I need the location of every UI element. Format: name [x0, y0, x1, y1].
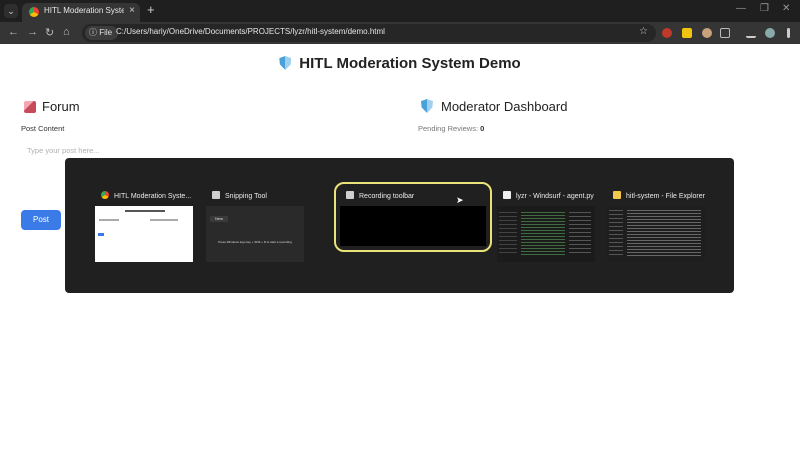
snipping-tool-icon [212, 191, 220, 199]
back-icon[interactable]: ← [8, 26, 19, 38]
new-tab-icon[interactable]: + [147, 2, 155, 17]
folder-icon [613, 191, 621, 199]
browser-toolbar: ← → ↻ ⌂ ⓘ File C:/Users/hariy/OneDrive/D… [0, 22, 800, 44]
browser-tab[interactable]: HITL Moderation System - Dem × [22, 3, 140, 22]
menu-kebab-icon[interactable] [787, 28, 790, 38]
snipping-new-button: New [210, 216, 228, 222]
snipping-hint: Press Windows logo key + Shift + R to st… [218, 240, 292, 244]
minimize-icon[interactable]: — [736, 3, 746, 14]
window-title: HITL Moderation Syste... [114, 193, 192, 200]
close-window-icon[interactable]: ✕ [782, 3, 790, 14]
maximize-icon[interactable]: ❐ [760, 3, 769, 14]
extension-avatar-icon[interactable] [702, 28, 712, 38]
url-text[interactable]: C:/Users/hariy/OneDrive/Documents/PROJEC… [116, 27, 385, 36]
post-content-label: Post Content [21, 124, 65, 133]
switcher-window-hitl[interactable]: HITL Moderation Syste... [95, 188, 193, 262]
window-title: hitl-system - File Explorer [626, 193, 705, 200]
forward-icon[interactable]: → [27, 26, 38, 38]
page-title: HITL Moderation System Demo [0, 55, 800, 72]
window-thumbnail [497, 206, 595, 262]
window-title: Snipping Tool [225, 193, 267, 200]
switcher-window-file-explorer[interactable]: hitl-system - File Explorer [607, 188, 705, 262]
shield-icon [279, 56, 292, 70]
window-thumbnail [607, 206, 705, 262]
download-icon[interactable] [746, 28, 756, 38]
switcher-window-windsurf[interactable]: lyzr - Windsurf - agent.py [497, 188, 595, 262]
forum-heading: Forum [24, 99, 80, 114]
bookmark-star-icon[interactable]: ☆ [639, 26, 648, 37]
pending-count: 0 [480, 124, 485, 133]
address-bar[interactable]: ⓘ File C:/Users/hariy/OneDrive/Documents… [82, 24, 656, 42]
moderator-heading: Moderator Dashboard [421, 99, 567, 114]
tab-title: HITL Moderation System - Dem [44, 6, 124, 15]
window-title: Recording toolbar [359, 193, 415, 200]
home-icon[interactable]: ⌂ [63, 26, 70, 38]
extension-note-icon[interactable] [682, 28, 692, 38]
recording-icon [346, 191, 354, 199]
chrome-icon [101, 191, 109, 199]
post-button[interactable]: Post [21, 210, 61, 230]
shield-icon [421, 99, 433, 113]
chrome-favicon-icon [29, 7, 39, 17]
browser-tab-bar: ⌄ HITL Moderation System - Dem × + — ❐ ✕ [0, 0, 800, 22]
pen-icon [24, 101, 36, 113]
window-thumbnail [340, 206, 486, 246]
windsurf-icon [503, 191, 511, 199]
close-tab-icon[interactable]: × [129, 5, 135, 16]
pending-reviews: Pending Reviews: 0 [418, 124, 485, 133]
reload-icon[interactable]: ↻ [45, 26, 54, 39]
window-switcher: HITL Moderation Syste... Snipping Tool N… [65, 158, 734, 293]
window-thumbnail: New Press Windows logo key + Shift + R t… [206, 206, 304, 262]
site-info-chip[interactable]: ⓘ File [85, 26, 119, 40]
window-thumbnail [95, 206, 193, 262]
extension-shield-icon[interactable] [662, 28, 672, 38]
profile-avatar-icon[interactable] [765, 28, 775, 38]
mouse-cursor-icon: ➤ [456, 195, 464, 205]
switcher-window-snipping-tool[interactable]: Snipping Tool New Press Windows logo key… [206, 188, 304, 262]
extensions-puzzle-icon[interactable] [720, 28, 730, 38]
switcher-window-recording-toolbar[interactable]: Recording toolbar ➤ [334, 182, 492, 262]
tab-search-icon[interactable]: ⌄ [4, 4, 18, 18]
window-title: lyzr - Windsurf - agent.py [516, 193, 594, 200]
